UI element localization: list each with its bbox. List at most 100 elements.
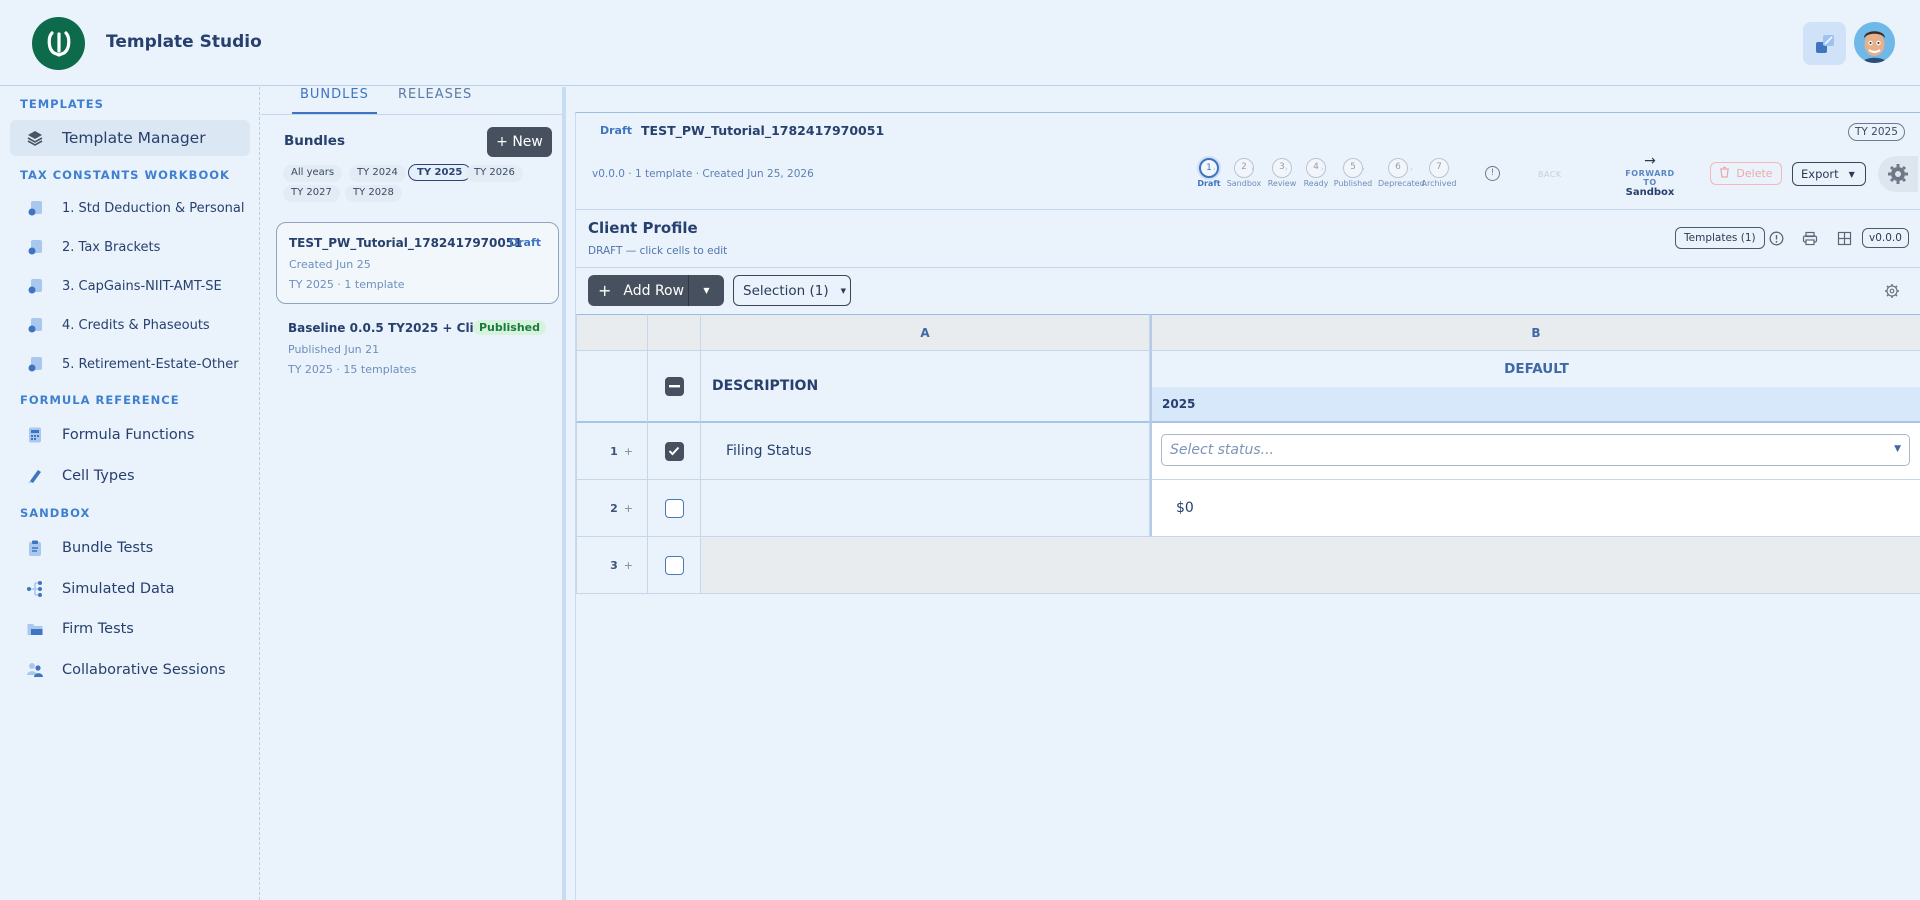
main-panel: Draft TEST_PW_Tutorial_1782417970051 TY …: [575, 112, 1920, 900]
select-all-checkbox[interactable]: [664, 376, 684, 396]
empty-row[interactable]: [701, 537, 1920, 594]
value-cell[interactable]: $0: [1150, 480, 1920, 537]
sidebar-item-cell-types[interactable]: Cell Types: [10, 458, 250, 494]
add-row-icon[interactable]: +: [624, 502, 633, 515]
bundle-card-draft[interactable]: TEST_PW_Tutorial_1782417970051 Draft Cre…: [276, 222, 559, 304]
step-number: 3: [1272, 158, 1292, 178]
hierarchy-icon: [24, 578, 46, 600]
bundle-meta: v0.0.0 · 1 template · Created Jun 25, 20…: [592, 168, 814, 180]
default-header: DEFAULT: [1150, 351, 1920, 387]
sidebar-item-capgains[interactable]: 3. CapGains-NIIT-AMT-SE: [10, 268, 250, 304]
settings-icon[interactable]: [1882, 281, 1902, 301]
section-templates: TEMPLATES: [20, 97, 104, 111]
column-header-a[interactable]: A: [701, 314, 1150, 351]
step-separator: ›: [1285, 165, 1288, 173]
step-archived[interactable]: 7 Archived: [1419, 158, 1459, 188]
step-label: Draft: [1197, 179, 1221, 188]
sidebar-item-label: Collaborative Sessions: [62, 662, 226, 678]
sidebar-item-std-deduction[interactable]: 1. Std Deduction & Personal: [10, 190, 250, 226]
row-select-cell: [648, 423, 701, 480]
delete-button[interactable]: Delete: [1710, 162, 1782, 185]
sidebar-item-label: Cell Types: [62, 468, 135, 484]
workbook-icon: [24, 353, 46, 375]
value-cell: Select status... ▼: [1150, 423, 1920, 480]
step-separator: ›: [1410, 165, 1413, 173]
filter-ty-2027[interactable]: TY 2027: [283, 185, 340, 202]
caret-down-icon[interactable]: ▼: [688, 275, 724, 306]
row-number-label: 1: [610, 444, 618, 458]
bundle-card-published[interactable]: Baseline 0.0.5 TY2025 + Clie... Publishe…: [276, 308, 559, 390]
back-button[interactable]: BACK: [1538, 170, 1562, 179]
row-number[interactable]: 1 +: [576, 423, 648, 480]
sidebar-item-label: 3. CapGains-NIIT-AMT-SE: [62, 278, 222, 294]
caret-down-icon: ▼: [1848, 169, 1855, 179]
bundle-card-title: TEST_PW_Tutorial_1782417970051: [289, 236, 523, 250]
sidebar-item-bundle-tests[interactable]: Bundle Tests: [10, 530, 250, 566]
filter-ty-2026[interactable]: TY 2026: [466, 165, 523, 182]
step-label: Published: [1333, 179, 1373, 188]
grid-icon[interactable]: [1834, 229, 1854, 247]
export-button[interactable]: Export ▼: [1792, 162, 1866, 186]
gear-icon[interactable]: [1878, 156, 1918, 192]
print-icon[interactable]: [1800, 229, 1820, 247]
step-ready[interactable]: 4 Ready: [1296, 158, 1336, 188]
forward-button[interactable]: → FORWARD TO Sandbox: [1618, 153, 1682, 198]
templates-button[interactable]: Templates (1): [1675, 227, 1765, 249]
bundle-card-summary: TY 2025 · 1 template: [289, 278, 405, 291]
step-deprecated[interactable]: 6 Deprecated: [1378, 158, 1425, 188]
step-label: Ready: [1303, 179, 1329, 188]
delete-label: Delete: [1736, 167, 1773, 180]
filing-status-select[interactable]: Select status... ▼: [1161, 434, 1910, 466]
sidebar-item-firm-tests[interactable]: Firm Tests: [10, 611, 250, 647]
tab-releases[interactable]: RELEASES: [398, 87, 472, 114]
avatar[interactable]: [1854, 22, 1895, 63]
step-sandbox[interactable]: 2 Sandbox: [1224, 158, 1264, 188]
row-checkbox[interactable]: [664, 441, 684, 461]
step-draft[interactable]: 1 Draft: [1189, 158, 1229, 188]
filter-ty-2028[interactable]: TY 2028: [345, 185, 402, 202]
version-badge[interactable]: v0.0.0: [1862, 228, 1909, 248]
add-row-icon[interactable]: +: [624, 559, 633, 572]
plus-icon: +: [598, 281, 612, 300]
selection-label: Selection (1): [743, 282, 829, 299]
external-link-icon[interactable]: [1803, 22, 1846, 65]
divider: [576, 267, 1920, 268]
step-number: 7: [1429, 158, 1449, 178]
filter-ty-2025[interactable]: TY 2025: [408, 164, 472, 181]
new-bundle-button[interactable]: + New: [487, 127, 552, 157]
sidebar-item-simulated-data[interactable]: Simulated Data: [10, 571, 250, 607]
section-sandbox: SANDBOX: [20, 506, 91, 520]
sidebar-item-collaborative-sessions[interactable]: Collaborative Sessions: [10, 652, 250, 688]
info-icon[interactable]: !: [1485, 166, 1500, 181]
description-cell[interactable]: Filing Status: [701, 423, 1150, 480]
pen-icon: [24, 465, 46, 487]
sidebar-item-tax-brackets[interactable]: 2. Tax Brackets: [10, 229, 250, 265]
step-number: 1: [1199, 158, 1219, 178]
selection-dropdown[interactable]: Selection (1) ▼: [733, 275, 851, 306]
add-row-icon[interactable]: +: [624, 445, 633, 458]
clipboard-icon: [24, 537, 46, 559]
row-number[interactable]: 2 +: [576, 480, 648, 537]
app-logo[interactable]: [32, 17, 85, 70]
sidebar-item-formula-functions[interactable]: Formula Functions: [10, 417, 250, 453]
users-icon: [24, 659, 46, 681]
sidebar-item-label: 5. Retirement-Estate-Other: [62, 356, 239, 372]
step-published[interactable]: 5 Published: [1333, 158, 1373, 188]
caret-down-icon: ▼: [1894, 444, 1901, 454]
add-row-button[interactable]: + Add Row ▼: [588, 275, 724, 306]
tab-bundles[interactable]: BUNDLES: [292, 87, 377, 114]
select-placeholder: Select status...: [1170, 442, 1275, 458]
filter-ty-2024[interactable]: TY 2024: [349, 165, 406, 182]
sidebar-item-credits[interactable]: 4. Credits & Phaseouts: [10, 307, 250, 343]
description-cell[interactable]: [701, 480, 1150, 537]
bundle-name: TEST_PW_Tutorial_1782417970051: [641, 123, 885, 138]
column-header-b[interactable]: B: [1150, 314, 1920, 351]
info-icon[interactable]: [1766, 229, 1786, 247]
filter-all-years[interactable]: All years: [283, 165, 343, 182]
row-checkbox[interactable]: [664, 555, 684, 575]
row-checkbox[interactable]: [664, 498, 684, 518]
row-number-label: 3: [610, 558, 618, 572]
sidebar-item-retirement[interactable]: 5. Retirement-Estate-Other: [10, 346, 250, 382]
sidebar-item-template-manager[interactable]: Template Manager: [10, 120, 250, 156]
row-number[interactable]: 3 +: [576, 537, 648, 594]
